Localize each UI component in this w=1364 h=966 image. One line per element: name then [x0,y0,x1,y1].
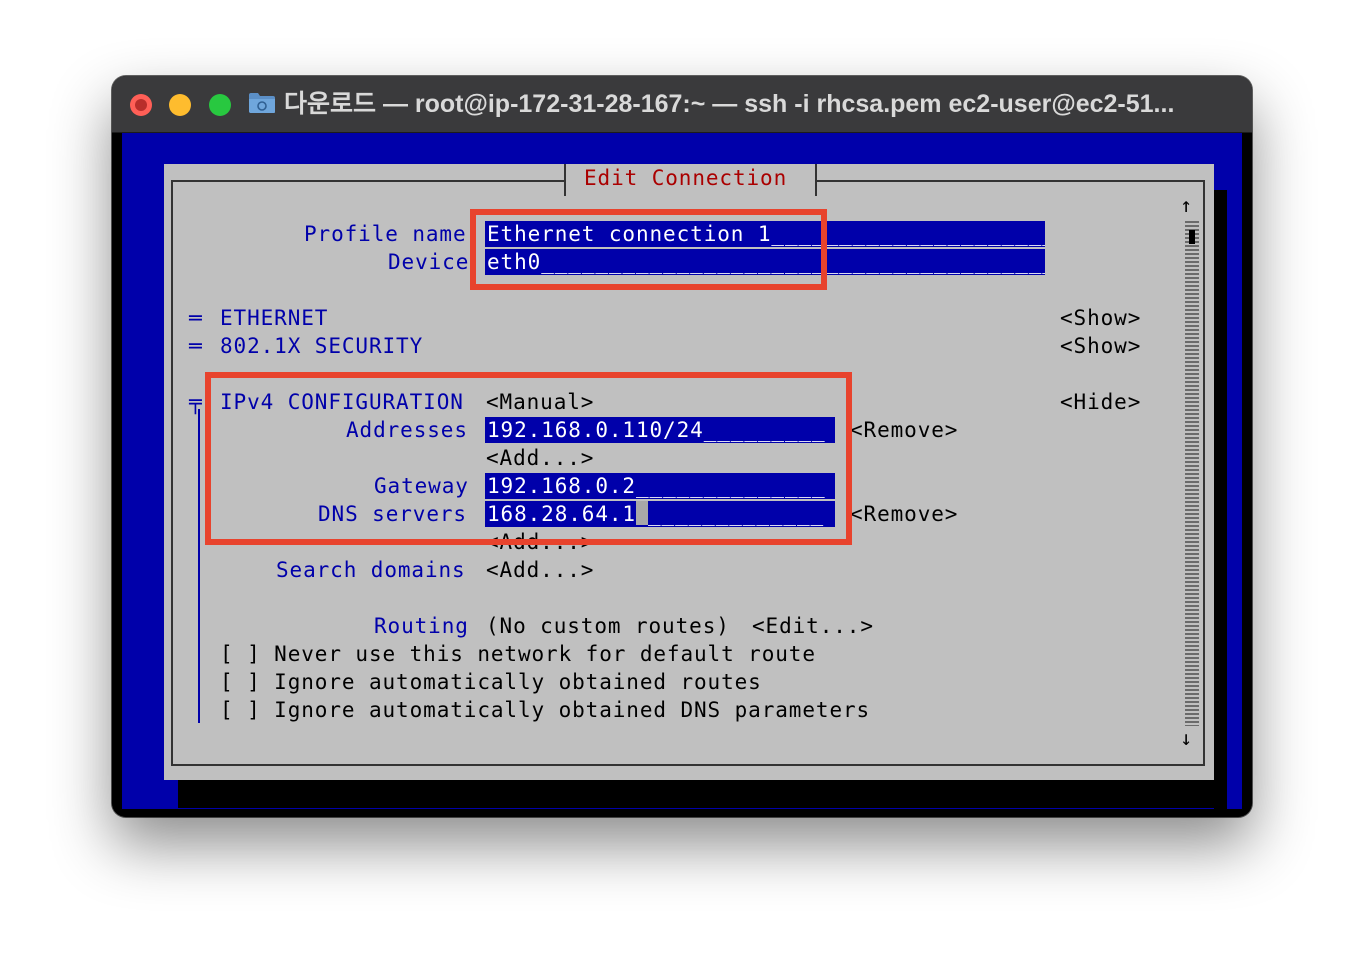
ethernet-marker: ═ [189,306,203,330]
ipv4-section-line [198,409,200,723]
ignore-dns-checkbox[interactable]: [ ] Ignore automatically obtained DNS pa… [220,696,870,724]
security-marker: ═ [189,334,203,358]
ethernet-section-label: ETHERNET [220,306,329,330]
terminal-window: 다운로드 — root@ip-172-31-28-167:~ — ssh -i … [112,76,1252,817]
title-bar: 다운로드 — root@ip-172-31-28-167:~ — ssh -i … [112,76,1252,133]
scrollbar-track[interactable] [1185,221,1199,726]
scroll-up-arrow-icon[interactable]: ↑ [1180,194,1192,216]
close-window-button[interactable] [130,94,152,116]
highlight-box-ipv4 [205,372,852,545]
highlight-box-profile [470,209,827,290]
dialog-title: Edit Connection [584,166,788,190]
terminal-area: Edit Connection Profile name Ethernet co… [112,133,1252,817]
device-label: Device [388,250,470,274]
scroll-down-arrow-icon[interactable]: ↓ [1180,727,1192,749]
address-remove-button[interactable]: <Remove> [850,416,958,444]
ethernet-show-button[interactable]: <Show> [1060,304,1141,332]
dns-remove-button[interactable]: <Remove> [850,500,958,528]
search-domains-label: Search domains [276,558,466,582]
ignore-routes-checkbox[interactable]: [ ] Ignore automatically obtained routes [220,668,762,696]
security-section-label: 802.1X SECURITY [220,334,424,358]
folder-icon [249,93,275,113]
ipv4-hide-button[interactable]: <Hide> [1060,388,1141,416]
dialog-shadow-bottom [178,780,1227,808]
dialog-shadow-right [1214,190,1227,817]
routing-label: Routing [374,614,469,638]
routing-edit-button[interactable]: <Edit...> [752,612,874,640]
maximize-window-button[interactable] [209,94,231,116]
minimize-window-button[interactable] [169,94,191,116]
window-title: 다운로드 — root@ip-172-31-28-167:~ — ssh -i … [284,90,1175,118]
never-default-route-checkbox[interactable]: [ ] Never use this network for default r… [220,640,816,668]
ipv4-marker: ╤ [189,390,203,414]
routing-value: (No custom routes) [486,614,730,638]
profile-name-label: Profile name [304,222,467,246]
search-domains-add-button[interactable]: <Add...> [486,556,594,584]
security-show-button[interactable]: <Show> [1060,332,1141,360]
scrollbar-thumb[interactable] [1189,230,1195,244]
